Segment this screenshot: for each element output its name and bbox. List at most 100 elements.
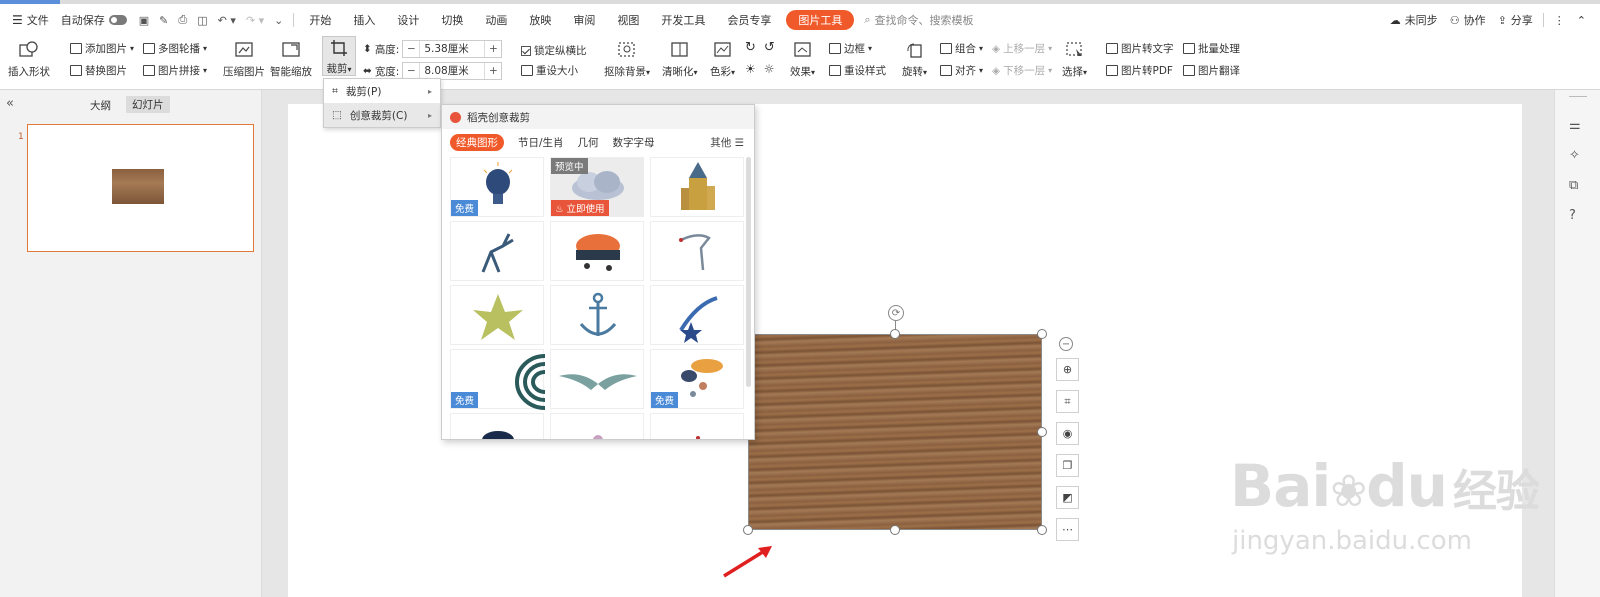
rotate-handle-icon[interactable]: ⟳ — [888, 305, 904, 321]
remove-bg-button[interactable]: 抠除背景▾ — [604, 38, 650, 79]
rotate-button[interactable]: 旋转▾ — [902, 38, 927, 79]
group-button[interactable]: 组合 ▾ — [940, 41, 983, 56]
width-value[interactable]: 8.08厘米 — [419, 63, 486, 79]
resize-handle[interactable] — [1037, 329, 1047, 339]
align-button[interactable]: 对齐 ▾ — [940, 63, 983, 78]
shape-tile-deer[interactable] — [450, 221, 544, 281]
shape-tile-lightbulb[interactable]: 免费 — [450, 157, 544, 217]
zoom-in-icon[interactable]: ⊕ — [1056, 358, 1079, 381]
tab-member[interactable]: 会员专享 — [716, 6, 782, 34]
print-icon[interactable]: ⎙ — [178, 13, 187, 27]
tab-start[interactable]: 开始 — [298, 6, 342, 34]
shape-tile-splash[interactable]: 免费 — [650, 349, 744, 409]
brightness-up-icon[interactable]: ☀ — [745, 62, 756, 76]
settings-sliders-icon[interactable]: ⚌ — [1569, 118, 1581, 133]
help-icon[interactable]: ? — [1569, 208, 1576, 223]
print-preview-icon[interactable]: ◫ — [197, 14, 207, 27]
shape-tile-sunset[interactable] — [550, 221, 644, 281]
plus-icon[interactable]: + — [485, 43, 501, 55]
image-splice-button[interactable]: 图片拼接 ▾ — [143, 63, 207, 78]
resize-handle[interactable] — [1037, 525, 1047, 535]
tab-insert[interactable]: 插入 — [342, 6, 386, 34]
height-value[interactable]: 5.38厘米 — [419, 41, 486, 57]
smart-zoom-button[interactable]: 智能缩放 — [270, 38, 312, 79]
plus-icon[interactable]: + — [485, 65, 501, 77]
shape-tile-crane[interactable] — [650, 221, 744, 281]
command-search[interactable]: ⌕ 查找命令、搜索模板 — [858, 6, 979, 34]
use-now-button[interactable]: ♨ 立即使用 — [551, 200, 609, 216]
color-button[interactable]: 色彩▾ — [710, 38, 735, 79]
fill-icon[interactable]: ◩ — [1056, 486, 1079, 509]
sync-button[interactable]: ☁ 未同步 — [1384, 6, 1444, 34]
more-menu-icon[interactable]: ⋮ — [1548, 6, 1571, 34]
collapse-panel-icon[interactable]: « — [6, 96, 14, 111]
shape-tile-partial[interactable] — [550, 413, 644, 439]
file-menu[interactable]: ☰ 文件 — [6, 6, 55, 34]
send-backward-button[interactable]: ◈ 下移一层 ▾ — [992, 63, 1052, 78]
replace-image-button[interactable]: 替换图片 — [70, 63, 127, 78]
tab-animation[interactable]: 动画 — [474, 6, 518, 34]
tab-design[interactable]: 设计 — [386, 6, 430, 34]
crop-menu-item[interactable]: ⌗ 裁剪(P) ▸ — [324, 79, 440, 103]
redo-icon[interactable]: ↷ ▾ — [246, 14, 264, 27]
tab-slides[interactable]: 幻灯片 — [126, 96, 170, 113]
border-button[interactable]: 边框 ▾ — [829, 41, 872, 56]
shape-tile-castle[interactable] — [650, 157, 744, 217]
select-button[interactable]: 选择▾ — [1062, 38, 1087, 79]
more-options-icon[interactable]: ⋯ — [1056, 518, 1079, 541]
brightness-down-icon[interactable]: ☼ — [764, 62, 775, 76]
img-to-text-button[interactable]: 图片转文字 — [1106, 41, 1174, 56]
customize-icon[interactable]: ⌄ — [274, 14, 283, 27]
add-image-button[interactable]: 添加图片 ▾ — [70, 41, 134, 56]
bring-forward-button[interactable]: ◈ 上移一层 ▾ — [992, 41, 1052, 56]
shape-tile-partial[interactable] — [450, 413, 544, 439]
tab-outline[interactable]: 大纲 — [90, 98, 111, 113]
collab-button[interactable]: ⚇ 协作 — [1444, 6, 1492, 34]
bulb-icon[interactable]: ◉ — [1056, 422, 1079, 445]
undo-icon[interactable]: ↶ ▾ — [218, 14, 236, 27]
collapse-ribbon-icon[interactable]: ⌃ — [1571, 6, 1592, 34]
resize-handle[interactable] — [1037, 427, 1047, 437]
contrast-up-icon[interactable]: ↻ — [745, 40, 756, 55]
category-geometry[interactable]: 几何 — [578, 135, 599, 150]
tab-view[interactable]: 视图 — [606, 6, 650, 34]
shape-tile-anchor[interactable] — [550, 285, 644, 345]
tab-slideshow[interactable]: 放映 — [518, 6, 562, 34]
reset-size-button[interactable]: 重设大小 — [521, 63, 578, 78]
more-categories[interactable]: 其他 ☰ — [710, 135, 744, 150]
collapse-float-icon[interactable]: − — [1059, 337, 1073, 351]
category-festival[interactable]: 节日/生肖 — [518, 135, 564, 150]
tab-transition[interactable]: 切换 — [430, 6, 474, 34]
minus-icon[interactable]: − — [403, 43, 419, 55]
contrast-down-icon[interactable]: ↺ — [764, 40, 775, 55]
resize-handle[interactable] — [890, 329, 900, 339]
format-painter-icon[interactable]: ✎ — [159, 14, 168, 27]
effect-button[interactable]: 效果▾ — [790, 38, 815, 79]
minus-icon[interactable]: − — [403, 65, 419, 77]
pin-icon[interactable]: ✧ — [1569, 148, 1580, 163]
image-layers-icon[interactable]: ❐ — [1056, 454, 1079, 477]
save-icon[interactable]: ▣ — [139, 14, 149, 27]
reset-style-button[interactable]: 重设样式 — [829, 63, 886, 78]
tab-review[interactable]: 审阅 — [562, 6, 606, 34]
shape-tile-partial[interactable] — [650, 413, 744, 439]
resize-handle[interactable] — [890, 525, 900, 535]
lock-ratio-checkbox[interactable]: 锁定纵横比 — [521, 43, 587, 58]
sharpen-button[interactable]: 清晰化▾ — [662, 38, 698, 79]
creative-crop-menu-item[interactable]: ⬚ 创意裁剪(C) ▸ — [324, 103, 440, 127]
crop-float-icon[interactable]: ⌗ — [1056, 390, 1079, 413]
batch-button[interactable]: 批量处理 — [1183, 41, 1240, 56]
slide-thumbnail[interactable] — [27, 124, 254, 252]
resize-handle[interactable] — [743, 525, 753, 535]
replace-icon[interactable]: ⧉ — [1569, 178, 1578, 193]
shape-tile-leaf[interactable] — [450, 285, 544, 345]
compress-image-button[interactable]: 压缩图片 — [223, 38, 265, 79]
category-classic[interactable]: 经典图形 — [450, 133, 504, 151]
share-button[interactable]: ⇪ 分享 — [1492, 6, 1539, 34]
tab-picture-tools[interactable]: 图片工具 — [786, 10, 855, 30]
insert-shape-button[interactable]: 插入形状 — [8, 38, 50, 79]
img-to-pdf-button[interactable]: 图片转PDF — [1106, 63, 1173, 78]
crop-button[interactable]: 裁剪▾ — [322, 36, 356, 76]
category-alphanumeric[interactable]: 数字字母 — [613, 135, 655, 150]
autosave-toggle[interactable]: 自动保存 — [55, 6, 133, 34]
